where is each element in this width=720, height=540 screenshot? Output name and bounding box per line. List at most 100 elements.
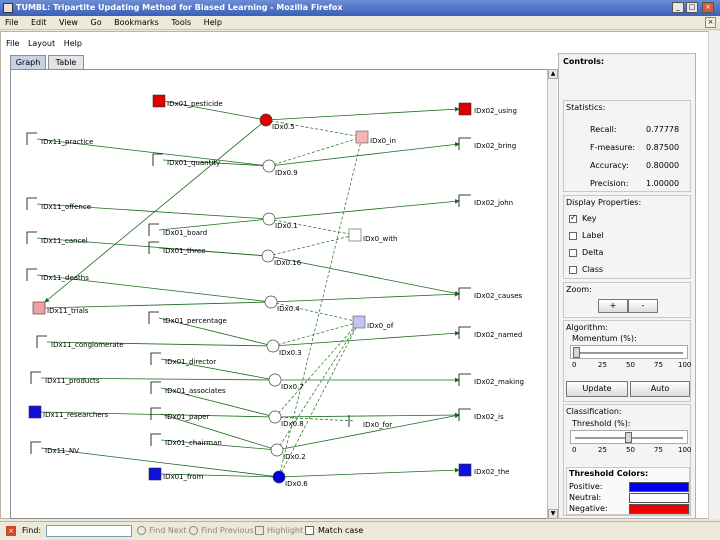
doc-node	[148, 467, 162, 481]
feature-node	[262, 159, 276, 173]
browser-menu-view[interactable]: View	[54, 16, 83, 30]
doc-node	[32, 301, 46, 315]
negative-color-swatch[interactable]	[629, 504, 689, 514]
find-next-icon[interactable]	[137, 526, 146, 535]
app-menu-file[interactable]: File	[6, 37, 19, 51]
momentum-thumb[interactable]	[573, 347, 580, 358]
doc-label: IDx11_deaths	[41, 274, 89, 282]
stat-fmeasure-label: F-measure:	[590, 143, 636, 152]
doc-node	[148, 223, 159, 236]
match-case-label: Match case	[318, 526, 364, 535]
graph-canvas[interactable]: IDx01_pesticide IDx11_practice IDx01_quant…	[11, 70, 556, 518]
label-label: Label	[582, 231, 604, 240]
controls-title: Controls:	[563, 57, 605, 66]
doc-label: IDx01_associates	[165, 387, 226, 395]
tick-label: 0	[572, 361, 577, 369]
maximize-button[interactable]: □	[686, 2, 698, 13]
highlight-icon[interactable]	[255, 526, 264, 535]
find-next-button[interactable]: Find Next	[149, 526, 187, 535]
app-menu-layout[interactable]: Layout	[28, 37, 55, 51]
tick-label: 25	[598, 361, 607, 369]
positive-color-swatch[interactable]	[629, 482, 689, 492]
zoom-in-button[interactable]: +	[598, 299, 628, 313]
window-title-bar: TUMBL: Tripartite Updating Method for Bi…	[0, 0, 720, 16]
update-button[interactable]: Update	[566, 381, 628, 397]
highlight-button[interactable]: Highlight	[267, 526, 303, 535]
stat-accuracy-value: 0.80000	[646, 161, 680, 170]
momentum-slider[interactable]	[570, 345, 688, 359]
threshold-label: Threshold (%):	[572, 419, 631, 428]
neutral-color-swatch[interactable]	[629, 493, 689, 503]
feature-label: IDx0.16	[274, 259, 302, 267]
class-node	[458, 373, 471, 386]
stat-fmeasure-value: 0.87500	[646, 143, 680, 152]
class-node	[458, 408, 471, 421]
app-menu-bar: File Layout Help	[6, 37, 88, 51]
key-checkbox[interactable]	[569, 213, 577, 223]
delta-checkbox[interactable]	[569, 249, 577, 257]
feature-class-edge	[272, 330, 460, 347]
find-previous-icon[interactable]	[189, 526, 198, 535]
doc-node	[36, 335, 47, 348]
doc-node	[28, 405, 42, 419]
find-previous-button[interactable]: Find Previous	[201, 526, 254, 535]
feature-node	[261, 249, 275, 263]
browser-menu-edit[interactable]: Edit	[26, 16, 52, 30]
window-title: TUMBL: Tripartite Updating Method for Bi…	[16, 3, 343, 12]
find-bar: × Find: Find Next Find Previous Highligh…	[0, 521, 720, 540]
feature-class-edge	[270, 291, 460, 303]
close-tab-icon[interactable]: ×	[705, 17, 716, 28]
app-menu-help[interactable]: Help	[64, 37, 82, 51]
mid-label: IDx0_for	[363, 421, 392, 429]
browser-menu-tools[interactable]: Tools	[166, 16, 196, 30]
scroll-up-icon[interactable]: ▲	[548, 69, 558, 79]
auto-button[interactable]: Auto	[630, 381, 690, 397]
close-findbar-icon[interactable]: ×	[6, 526, 16, 536]
doc-node	[26, 231, 37, 244]
browser-menu-go[interactable]: Go	[86, 16, 107, 30]
graph-scrollbar[interactable]: ▲ ▼	[547, 69, 558, 519]
positive-label: Positive:	[569, 482, 603, 491]
mid-label: IDx0_in	[370, 137, 396, 145]
feature-node	[259, 113, 273, 127]
label-checkbox[interactable]	[569, 232, 577, 240]
match-case-checkbox[interactable]	[305, 526, 314, 535]
minimize-button[interactable]: _	[672, 2, 684, 13]
class-label: IDx02_the	[474, 468, 510, 476]
browser-menu-bookmarks[interactable]: Bookmarks	[109, 16, 164, 30]
doc-node	[150, 407, 161, 420]
statistics-group: Statistics: Recall: 0.77778 F-measure: 0…	[563, 100, 691, 192]
page-scrollbar[interactable]	[708, 31, 720, 519]
feature-node	[268, 373, 282, 387]
class-node	[458, 326, 471, 339]
close-window-button[interactable]: ×	[702, 2, 714, 13]
stat-precision-value: 1.00000	[646, 179, 680, 188]
doc-node	[26, 268, 37, 281]
graph-panel[interactable]: IDx01_pesticide IDx11_practice IDx01_quant…	[10, 69, 557, 519]
doc-node	[148, 311, 159, 324]
browser-menu-file[interactable]: File	[0, 16, 23, 30]
feature-node	[264, 295, 278, 309]
class-label: Class	[582, 265, 604, 274]
doc-label: IDx11_NV	[45, 447, 79, 455]
tab-graph[interactable]: Graph	[10, 55, 46, 69]
class-checkbox[interactable]	[569, 266, 577, 274]
class-node	[458, 102, 472, 116]
feature-mid-edge	[267, 234, 356, 257]
threshold-thumb[interactable]	[625, 432, 632, 443]
doc-node	[150, 433, 161, 446]
threshold-slider[interactable]	[570, 430, 688, 444]
feature-label: IDx0.9	[275, 169, 298, 177]
momentum-ticks: 0 25 50 75 100	[572, 361, 691, 370]
tick-label: 0	[572, 446, 577, 454]
tick-label: 75	[654, 446, 663, 454]
doc-label: IDx11_cancel	[41, 237, 88, 245]
scroll-down-icon[interactable]: ▼	[548, 509, 558, 519]
find-input[interactable]	[46, 525, 132, 537]
browser-menu-help[interactable]: Help	[199, 16, 227, 30]
tab-table[interactable]: Table	[48, 55, 84, 69]
mid-node	[355, 130, 369, 144]
classification-title: Classification:	[566, 407, 622, 416]
zoom-out-button[interactable]: -	[628, 299, 658, 313]
doc-node	[148, 241, 159, 254]
